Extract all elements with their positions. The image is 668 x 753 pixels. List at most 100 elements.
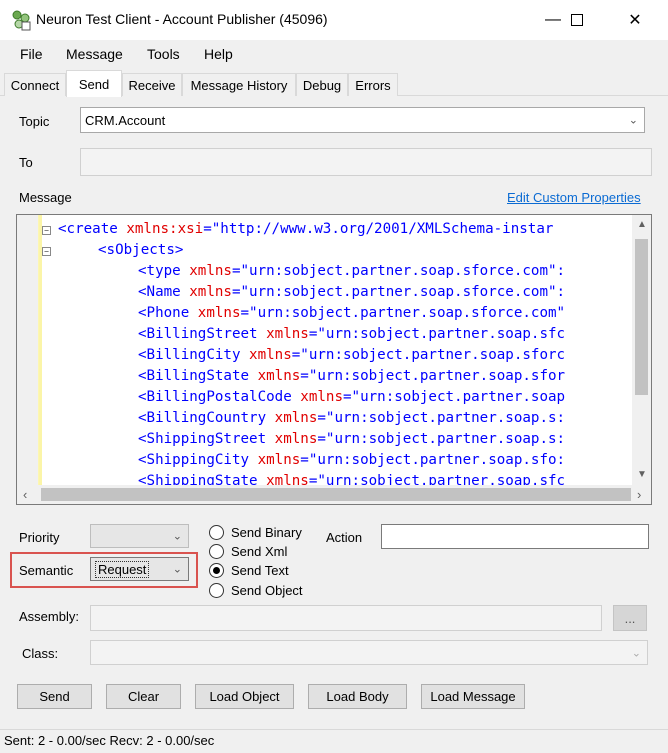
tab-connect[interactable]: Connect (4, 73, 66, 96)
code-token-val: "urn:sobject.partner.soap.sforce.com": (240, 284, 566, 300)
clear-button[interactable]: Clear (106, 684, 181, 709)
code-token-tag: <BillingPostalCode (138, 389, 292, 405)
priority-label: Priority (19, 530, 60, 545)
action-input[interactable] (381, 524, 649, 549)
tab-receive[interactable]: Receive (122, 73, 182, 96)
chevron-down-icon: ⌄ (172, 563, 182, 576)
load-object-button[interactable]: Load Object (195, 684, 294, 709)
code-token-val: "urn:sobject.partner.soap.sforc (300, 347, 566, 363)
code-token-val: "urn:sobject.partner.soap.sfo: (308, 452, 566, 468)
code-token-val: "urn:sobject.partner.soap.sfc (317, 326, 566, 342)
code-token-tag: <create (58, 221, 118, 237)
code-token-attr: xmlns (180, 263, 232, 279)
code-token-val: "http://www.w3.org/2001/XMLSchema-instar (211, 221, 554, 237)
send-text-radio[interactable] (209, 563, 224, 578)
code-token-attr: xmlns (266, 431, 318, 447)
code-token-attr: xmlns (249, 368, 301, 384)
code-token-val: "urn:sobject.partner.soap.s: (325, 431, 566, 447)
tab-errors[interactable]: Errors (348, 73, 398, 96)
code-token-tag: <type (138, 263, 181, 279)
code-token-val: "urn:sobject.partner.soap.sforce.com": (240, 263, 566, 279)
scroll-right-icon[interactable]: › (637, 487, 641, 502)
chevron-down-icon: ⌄ (631, 647, 641, 659)
menu-help[interactable]: Help (204, 46, 233, 62)
priority-dropdown[interactable]: ⌄ (90, 524, 189, 548)
scroll-up-icon[interactable]: ▲ (637, 219, 647, 230)
code-token-tag: <BillingStreet (138, 326, 258, 342)
vertical-scrollbar[interactable]: ▲ ▼ (632, 215, 651, 485)
vertical-scroll-thumb[interactable] (635, 239, 648, 395)
code-token-attr: xmlns (257, 326, 309, 342)
scroll-left-icon[interactable]: ‹ (23, 487, 27, 502)
send-binary-radio[interactable] (209, 525, 224, 540)
send-object-label: Send Object (231, 583, 303, 598)
message-label: Message (19, 190, 72, 205)
code-line: <BillingCity xmlns="urn:sobject.partner.… (138, 345, 565, 366)
tab-send[interactable]: Send (66, 70, 122, 97)
code-token-attr: xmlns (266, 410, 318, 426)
chevron-down-icon: ⌄ (628, 114, 638, 127)
message-editor[interactable]: − − <create xmlns:xsi="http://www.w3.org… (16, 214, 652, 505)
semantic-dropdown[interactable]: Request ⌄ (90, 557, 189, 581)
semantic-label: Semantic (19, 563, 74, 578)
code-token-eq: = (317, 431, 326, 447)
code-token-attr: xmlns (240, 347, 292, 363)
code-line: <BillingPostalCode xmlns="urn:sobject.pa… (138, 387, 565, 408)
chevron-down-icon: ⌄ (172, 530, 182, 543)
code-line: <ShippingCity xmlns="urn:sobject.partner… (138, 450, 565, 471)
horizontal-scroll-thumb[interactable] (41, 488, 631, 501)
code-token-eq: = (203, 221, 212, 237)
code-token-val: "urn:sobject.partner.soap.sfor (308, 368, 566, 384)
code-token-attr: xmlns (189, 305, 241, 321)
topic-value: CRM.Account (85, 112, 166, 128)
send-object-radio[interactable] (209, 583, 224, 598)
code-token-tag: <BillingCountry (138, 410, 267, 426)
load-body-button[interactable]: Load Body (308, 684, 407, 709)
scroll-down-icon[interactable]: ▼ (637, 469, 647, 480)
code-line: <type xmlns="urn:sobject.partner.soap.sf… (138, 261, 565, 282)
browse-assembly-button[interactable]: ... (613, 605, 647, 631)
send-text-label: Send Text (231, 563, 289, 578)
window-title: Neuron Test Client - Account Publisher (… (36, 11, 328, 27)
code-token-tag: <Phone (138, 305, 190, 321)
code-token-eq: = (317, 410, 326, 426)
code-token-attr: xmlns:xsi (117, 221, 204, 237)
tab-debug[interactable]: Debug (296, 73, 348, 96)
class-dropdown[interactable]: ⌄ (90, 640, 648, 665)
menu-message[interactable]: Message (66, 46, 123, 62)
code-token-tag: <BillingCity (138, 347, 241, 363)
close-icon[interactable]: ✕ (612, 0, 658, 40)
code-token-tag: <BillingState (138, 368, 250, 384)
code-line: <Phone xmlns="urn:sobject.partner.soap.s… (138, 303, 565, 324)
maximize-icon[interactable] (554, 0, 600, 40)
fold-collapse-icon[interactable]: − (42, 247, 51, 256)
send-binary-label: Send Binary (231, 525, 302, 540)
assembly-input[interactable] (90, 605, 602, 631)
load-message-button[interactable]: Load Message (421, 684, 525, 709)
menu-file[interactable]: File (20, 46, 43, 62)
topic-dropdown[interactable]: CRM.Account ⌄ (80, 107, 645, 133)
code-token-attr: xmlns (180, 284, 232, 300)
code-token-eq: = (300, 452, 309, 468)
code-token-tag: <ShippingStreet (138, 431, 267, 447)
code-token-eq: = (240, 305, 250, 321)
send-xml-radio[interactable] (209, 544, 224, 559)
editor-gutter (17, 215, 39, 485)
edit-custom-properties-link[interactable]: Edit Custom Properties (507, 190, 641, 205)
class-label: Class: (22, 646, 59, 661)
horizontal-scrollbar[interactable]: ‹ › (17, 485, 651, 504)
send-xml-label: Send Xml (231, 544, 288, 559)
topic-label: Topic (19, 114, 50, 129)
to-label: To (19, 155, 33, 170)
app-icon (10, 9, 32, 31)
menu-tools[interactable]: Tools (147, 46, 180, 62)
tab-message-history[interactable]: Message History (182, 73, 296, 96)
to-input[interactable] (80, 148, 652, 176)
action-label: Action (326, 530, 363, 545)
code-token-eq: = (231, 263, 241, 279)
code-token-eq: = (343, 389, 352, 405)
fold-collapse-icon[interactable]: − (42, 226, 51, 235)
code-line: <BillingState xmlns="urn:sobject.partner… (138, 366, 565, 387)
send-button[interactable]: Send (17, 684, 92, 709)
code-token-tag: <ShippingCity (138, 452, 250, 468)
